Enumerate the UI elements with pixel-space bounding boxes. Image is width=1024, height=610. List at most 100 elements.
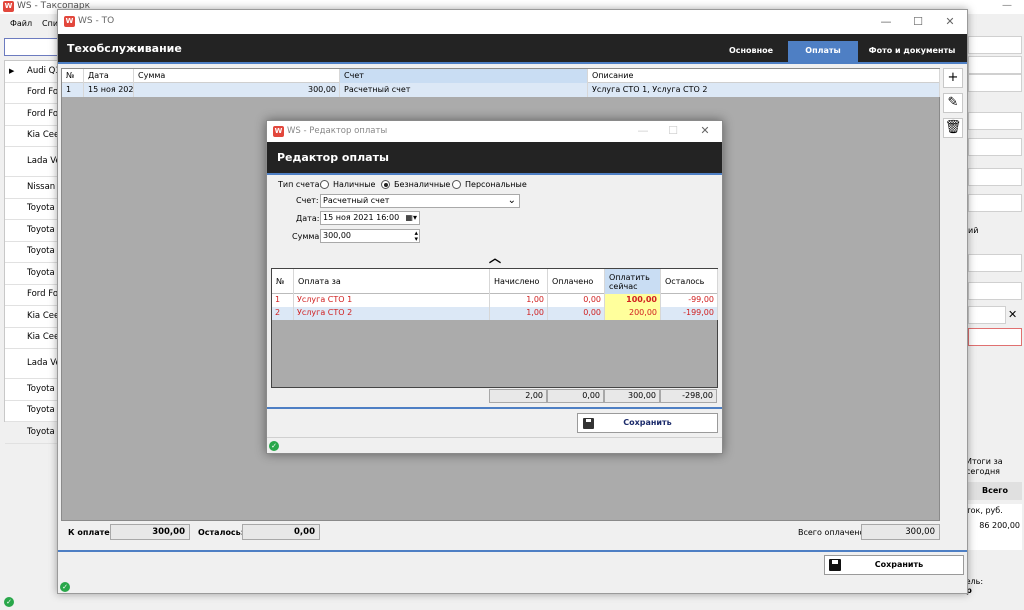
date-input[interactable]: 15 ноя 2021 16:00 ▦▾: [320, 211, 420, 225]
to-pay-value: 300,00: [110, 524, 190, 540]
background-field[interactable]: [968, 168, 1022, 186]
background-field[interactable]: [968, 254, 1022, 272]
background-field[interactable]: [968, 194, 1022, 212]
totals-today-label: Итоги за сегодня: [966, 457, 1003, 476]
column-header-sum[interactable]: Сумма: [134, 69, 340, 83]
cell-payment-for: Услуга СТО 2: [294, 307, 490, 320]
app-logo-icon: W: [3, 1, 14, 12]
list-item[interactable]: Toyota: [5, 199, 59, 220]
list-item[interactable]: Ford Fo: [5, 285, 59, 306]
background-field[interactable]: [968, 36, 1022, 54]
collapse-chevron-up-icon[interactable]: ︿: [489, 249, 501, 266]
tab-main[interactable]: Основное: [718, 41, 784, 62]
dialog-header: Редактор оплаты: [267, 142, 722, 173]
list-item[interactable]: Toyota: [5, 422, 59, 444]
calendar-icon[interactable]: ▦▾: [405, 212, 417, 224]
background-search-input[interactable]: [4, 38, 60, 56]
column-header-payment-for[interactable]: Оплата за: [294, 269, 490, 294]
background-field[interactable]: [968, 306, 1006, 324]
balance-cell: ток, руб. 86 200,00: [964, 504, 1022, 550]
list-item[interactable]: Kia Cee: [5, 328, 59, 349]
to-pay-label: К оплате:: [68, 528, 113, 537]
column-header-paid[interactable]: Оплачено: [548, 269, 605, 294]
list-item[interactable]: Lada Ve 777): [5, 147, 59, 177]
cell-account: Расчетный счет: [340, 83, 588, 97]
column-header-account[interactable]: Счет: [340, 69, 588, 83]
background-field[interactable]: [968, 282, 1022, 300]
delete-button[interactable]: 🗑: [943, 118, 963, 138]
list-item[interactable]: Toyota: [5, 220, 59, 242]
list-item[interactable]: ▶ Audi Q3: [5, 61, 59, 83]
cell-pay-now[interactable]: 200,00: [605, 307, 661, 320]
total-paid: 0,00: [547, 389, 604, 403]
save-button[interactable]: Сохранить: [824, 555, 964, 575]
dialog-save-button[interactable]: Сохранить: [577, 413, 718, 433]
radio-cash-label[interactable]: Наличные: [333, 180, 375, 189]
radio-cash[interactable]: [320, 180, 329, 189]
column-header-date[interactable]: Дата: [84, 69, 134, 83]
radio-cashless-label[interactable]: Безналичные: [394, 180, 450, 189]
list-item[interactable]: Ford Fo: [5, 83, 59, 104]
list-item[interactable]: Ford Fo: [5, 104, 59, 126]
account-select[interactable]: Расчетный счет ⌄: [320, 194, 520, 208]
sum-input[interactable]: 300,00 ▴ ▾: [320, 229, 420, 243]
dialog-title-bar: W WS - Редактор оплаты — ☐ ✕: [267, 121, 722, 142]
column-header-left[interactable]: Осталось: [661, 269, 718, 294]
background-field[interactable]: [968, 112, 1022, 130]
stepper-icon[interactable]: ▴ ▾: [414, 230, 418, 243]
column-header-number[interactable]: №: [62, 69, 84, 83]
cell-left: -99,00: [661, 294, 718, 307]
radio-personal[interactable]: [452, 180, 461, 189]
payment-editor-dialog: W WS - Редактор оплаты — ☐ ✕ Редактор оп…: [266, 120, 723, 454]
background-field[interactable]: [968, 74, 1022, 92]
radio-personal-label[interactable]: Персональные: [465, 180, 527, 189]
dialog-header-divider: [267, 173, 722, 175]
list-item[interactable]: Kia Cee: [5, 126, 59, 147]
radio-cashless[interactable]: [381, 180, 390, 189]
tab-photos-documents[interactable]: Фото и документы: [864, 41, 960, 62]
payment-summary-bar: К оплате: 300,00 Осталось: 0,00 Всего оп…: [58, 521, 967, 549]
background-field[interactable]: [968, 56, 1022, 74]
app-logo-icon: W: [273, 126, 284, 137]
table-row[interactable]: 1 Услуга СТО 1 1,00 0,00 100,00 -99,00: [272, 294, 718, 307]
background-field[interactable]: [968, 138, 1022, 156]
date-input-value: 15 ноя 2021 16:00: [323, 213, 400, 222]
column-header-pay-now[interactable]: Оплатить сейчас: [605, 269, 661, 294]
menu-item-lists[interactable]: Спи: [42, 19, 58, 28]
clear-icon[interactable]: ✕: [1008, 308, 1017, 321]
background-minimize-icon[interactable]: —: [1002, 0, 1012, 11]
account-select-value: Расчетный счет: [323, 196, 390, 205]
dialog-save-button-label: Сохранить: [623, 418, 672, 427]
column-header-description[interactable]: Описание: [588, 69, 940, 83]
table-row[interactable]: 2 Услуга СТО 2 1,00 0,00 200,00 -199,00: [272, 307, 718, 320]
list-item[interactable]: Toyota: [5, 242, 59, 263]
cell-charged: 1,00: [490, 294, 548, 307]
edit-button[interactable]: ✎: [943, 93, 963, 113]
remaining-label: Осталось:: [198, 528, 244, 537]
dialog-minimize-button[interactable]: —: [633, 123, 653, 139]
list-item[interactable]: Nissan: [5, 177, 59, 199]
background-field[interactable]: [968, 328, 1022, 346]
dialog-close-button[interactable]: ✕: [695, 123, 715, 139]
cell-sum: 300,00: [134, 83, 340, 97]
dialog-maximize-button[interactable]: ☐: [663, 123, 683, 139]
cell-paid: 0,00: [548, 294, 605, 307]
list-item[interactable]: Toyota: [5, 263, 59, 285]
grid-header: № Дата Сумма Счет Описание: [62, 69, 940, 83]
table-row[interactable]: 1 15 ноя 2021 300,00 Расчетный счет Услу…: [62, 83, 940, 97]
list-item[interactable]: Kia Cee: [5, 306, 59, 328]
cell-left: -199,00: [661, 307, 718, 320]
column-header-number[interactable]: №: [272, 269, 294, 294]
list-item[interactable]: Toyota: [5, 379, 59, 401]
minimize-button[interactable]: —: [876, 14, 896, 30]
menu-item-file[interactable]: Файл: [10, 19, 32, 28]
tab-payments[interactable]: Оплаты: [788, 41, 858, 62]
column-header-charged[interactable]: Начислено: [490, 269, 548, 294]
add-button[interactable]: +: [943, 68, 963, 88]
maximize-button[interactable]: ☐: [908, 14, 928, 30]
close-button[interactable]: ✕: [940, 14, 960, 30]
totals-header: Всего: [968, 482, 1022, 500]
cell-pay-now[interactable]: 100,00: [605, 294, 661, 307]
list-item[interactable]: Toyota: [5, 401, 59, 422]
list-item[interactable]: Lada Ve 178): [5, 349, 59, 379]
